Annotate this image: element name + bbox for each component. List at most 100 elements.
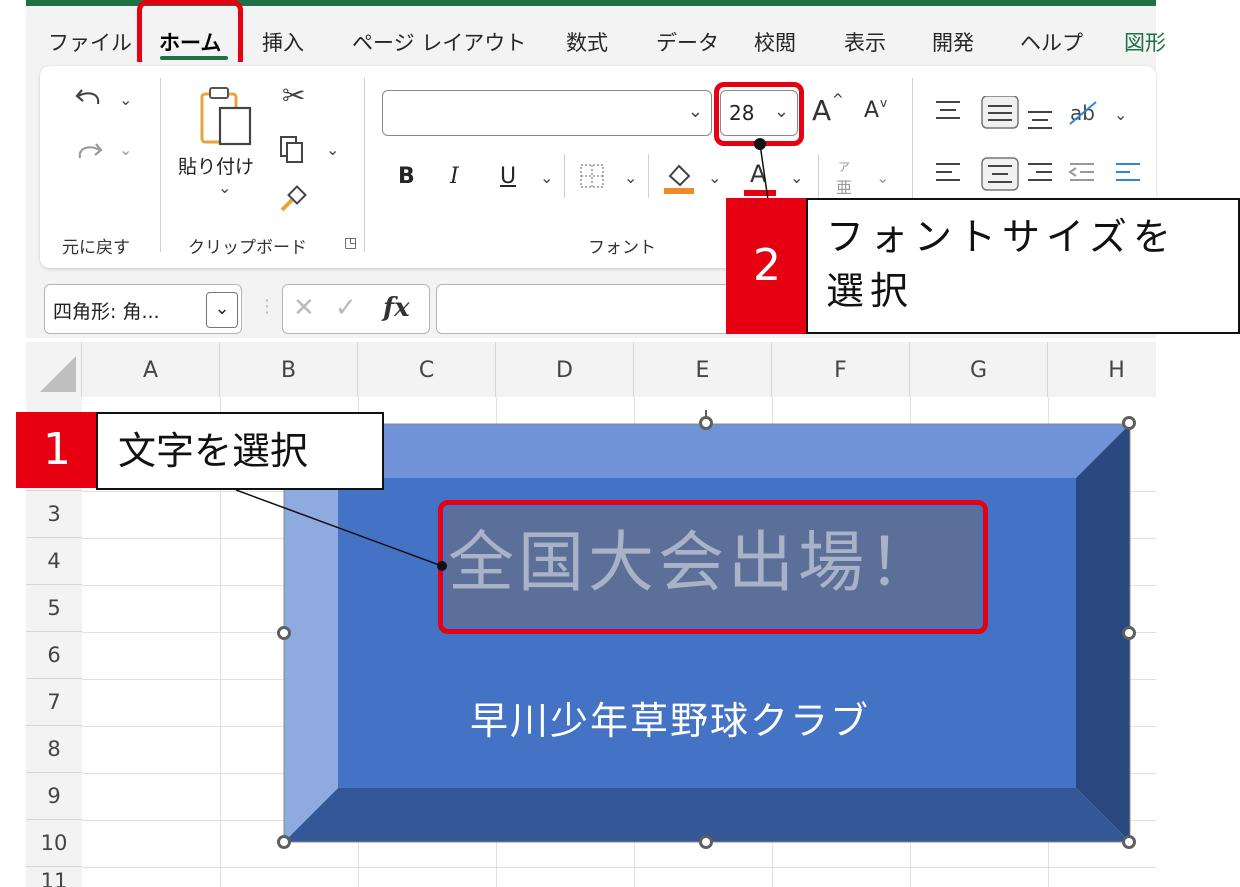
shrink-font-button[interactable]: A [864, 98, 879, 123]
grow-font-caret-icon: ^ [832, 92, 844, 108]
callout-1-text: 文字を選択 [96, 412, 384, 490]
resize-handle-left[interactable] [277, 626, 291, 640]
formula-buttons: ✕ ✓ fx [282, 284, 430, 334]
formula-bar-splitter-icon[interactable]: ⋮ [258, 296, 276, 317]
resize-handle-bottom[interactable] [699, 835, 713, 849]
paste-button-label[interactable]: 貼り付け [178, 152, 254, 179]
format-painter-icon[interactable] [278, 184, 308, 214]
bold-button[interactable]: B [398, 164, 415, 189]
tab-shape-format[interactable]: 図形 [1124, 28, 1166, 58]
selected-text-red-highlight [438, 500, 988, 634]
paste-clipboard-icon[interactable] [196, 84, 258, 148]
ribbon-mini-separator [564, 154, 565, 198]
column-header-d[interactable]: D [496, 342, 634, 397]
tab-review[interactable]: 校閲 [754, 28, 796, 58]
font-name-chevron-icon[interactable]: ⌄ [688, 101, 703, 122]
row-header-7[interactable]: 7 [26, 679, 82, 726]
resize-handle-right[interactable] [1122, 626, 1136, 640]
font-group-label: フォント [588, 238, 656, 258]
insert-function-button[interactable]: fx [383, 293, 410, 323]
home-tab-highlight [137, 0, 243, 70]
font-color-swatch [744, 190, 776, 196]
fill-color-dropdown-chevron-icon[interactable]: ⌄ [708, 170, 721, 186]
font-color-dropdown-chevron-icon[interactable]: ⌄ [790, 170, 803, 186]
redo-icon[interactable] [74, 138, 104, 164]
copy-icon[interactable] [278, 134, 306, 164]
undo-group-label: 元に戻す [62, 238, 130, 258]
column-header-f[interactable]: F [772, 342, 910, 397]
row-header-10[interactable]: 10 [26, 820, 82, 867]
align-bottom-icon [1028, 111, 1052, 129]
ribbon-mini-separator [648, 154, 649, 198]
cancel-entry-icon[interactable]: ✕ [293, 293, 315, 323]
callout-2-number: 2 [726, 198, 808, 334]
decrease-indent-icon [1068, 163, 1094, 181]
shape-subtitle-text[interactable]: 早川少年草野球クラブ [470, 690, 870, 745]
border-dropdown-chevron-icon[interactable]: ⌄ [624, 170, 637, 186]
tab-file[interactable]: ファイル [48, 28, 132, 58]
font-size-highlight [714, 82, 804, 146]
row-header-11[interactable]: 11 [26, 867, 82, 887]
resize-handle-bottom-right[interactable] [1122, 835, 1136, 849]
phonetic-dropdown-chevron-icon[interactable]: ⌄ [876, 170, 889, 186]
column-header-g[interactable]: G [910, 342, 1048, 397]
confirm-entry-icon[interactable]: ✓ [335, 293, 357, 323]
row-header-4[interactable]: 4 [26, 538, 82, 585]
tab-developer[interactable]: 開発 [932, 28, 974, 58]
alignment-controls: ab ⌄ [936, 96, 1140, 191]
underline-dropdown-chevron-icon[interactable]: ⌄ [540, 170, 553, 186]
name-box-dropdown-chevron-icon[interactable]: ⌄ [206, 292, 238, 328]
undo-icon[interactable] [74, 84, 104, 110]
align-left-icon [936, 163, 960, 181]
tab-formulas[interactable]: 数式 [566, 28, 608, 58]
resize-handle-top[interactable] [699, 416, 713, 430]
tab-view[interactable]: 表示 [844, 28, 886, 58]
grow-font-button[interactable]: A [812, 94, 831, 127]
row-header-3[interactable]: 3 [26, 491, 82, 538]
column-header-e[interactable]: E [634, 342, 772, 397]
tab-page-layout[interactable]: ページ レイアウト [352, 28, 526, 58]
select-all-corner[interactable] [26, 342, 82, 397]
fill-color-bucket-icon[interactable] [662, 158, 696, 196]
resize-handle-bottom-left[interactable] [277, 835, 291, 849]
border-grid-icon[interactable] [578, 162, 606, 190]
tab-help[interactable]: ヘルプ [1020, 28, 1083, 58]
font-name-combobox[interactable]: ⌄ [382, 90, 712, 136]
row-header-9[interactable]: 9 [26, 773, 82, 820]
column-header-c[interactable]: C [358, 342, 496, 397]
increase-indent-icon [1116, 163, 1140, 181]
undo-dropdown-chevron-icon[interactable]: ⌄ [119, 92, 132, 108]
shrink-font-caret-icon: v [880, 96, 888, 110]
row-header-8[interactable]: 8 [26, 726, 82, 773]
svg-text:⌄: ⌄ [1114, 105, 1127, 124]
clipboard-launcher-icon[interactable]: ◳ [344, 236, 357, 250]
phonetic-guide-icon[interactable]: 亜 [836, 174, 852, 198]
ribbon-separator [364, 78, 365, 252]
callout-1-number: 1 [16, 412, 98, 488]
align-right-icon [1028, 163, 1052, 181]
resize-handle-top-right[interactable] [1122, 416, 1136, 430]
font-color-button[interactable]: A [750, 160, 766, 188]
callout-2-text: フォントサイズを選択 [806, 198, 1240, 334]
redo-dropdown-chevron-icon[interactable]: ⌄ [119, 142, 132, 158]
column-header-b[interactable]: B [220, 342, 358, 397]
gridline [82, 867, 1156, 868]
name-box-value: 四角形: 角... [53, 301, 160, 323]
text-orientation-icon: ab [1069, 101, 1097, 125]
ribbon-separator [160, 78, 161, 252]
ribbon-mini-separator [818, 154, 819, 198]
paste-dropdown-chevron-icon[interactable]: ⌄ [218, 180, 231, 196]
cut-scissors-icon[interactable]: ✂ [282, 82, 305, 110]
row-header-5[interactable]: 5 [26, 585, 82, 632]
clipboard-group-label: クリップボード [188, 238, 307, 258]
bevel-rectangle-shape[interactable] [270, 410, 1150, 860]
row-header-6[interactable]: 6 [26, 632, 82, 679]
tab-insert[interactable]: 挿入 [262, 28, 304, 58]
copy-dropdown-chevron-icon[interactable]: ⌄ [326, 142, 339, 158]
italic-button[interactable]: I [450, 164, 459, 189]
tab-data[interactable]: データ [656, 28, 719, 58]
phonetic-guide-top[interactable]: ア [838, 158, 850, 175]
underline-button[interactable]: U [500, 164, 516, 189]
column-header-a[interactable]: A [82, 342, 220, 397]
column-header-h[interactable]: H [1048, 342, 1156, 397]
